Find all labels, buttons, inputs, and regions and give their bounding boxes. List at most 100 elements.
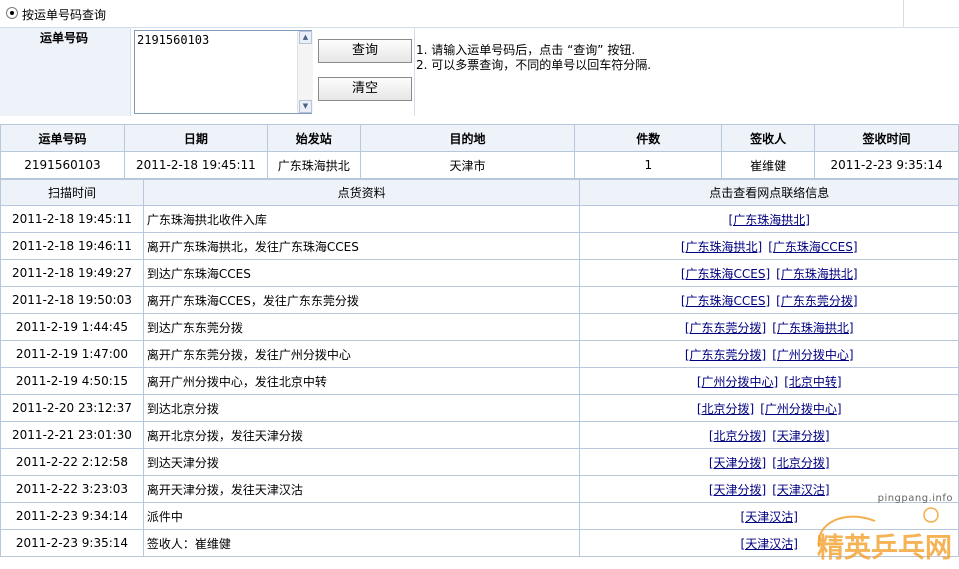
branch-contact-link[interactable]: [天津汉沽] (741, 510, 798, 524)
table-row: 2011-2-22 3:23:03 离开天津分拨，发往天津汉沽 [天津分拨] [天津汉… (0, 475, 959, 503)
tracking-number-radio[interactable] (6, 7, 18, 19)
branch-contact-link[interactable]: [天津分拨] (772, 429, 829, 443)
branch-contact-link[interactable]: [广州分拨中心] (772, 348, 853, 362)
branch-contact-link[interactable]: [北京分拨] (709, 429, 766, 443)
scan-time-cell: 2011-2-23 9:35:14 (0, 529, 144, 557)
status-cell: 到达北京分拨 (142, 394, 581, 422)
table-row: 2011-2-22 2:12:58 到达天津分拨 [天津分拨] [北京分拨] (0, 448, 959, 476)
query-panel: 运单号码 ▲ ▼ 查询 清空 1. 请输入运单号码后，点击 “查询” 按钮. 2… (0, 28, 959, 116)
status-cell: 到达广东东莞分拨 (142, 313, 581, 341)
branch-contact-link[interactable]: [广东东莞分拨] (685, 348, 766, 362)
branch-contact-link[interactable]: [广州分拨中心] (760, 402, 841, 416)
scan-time-cell: 2011-2-18 19:45:11 (0, 205, 144, 233)
branch-contact-link[interactable]: [广东珠海拱北] (772, 321, 853, 335)
table-row: 2011-2-20 23:12:37 到达北京分拨 [北京分拨] [广州分拨中心] (0, 394, 959, 422)
table-row: 2011-2-23 9:34:14 派件中 [天津汉沽] (0, 502, 959, 530)
scan-time-cell: 2011-2-18 19:50:03 (0, 286, 144, 314)
summary-header-cell: 始发站 (266, 124, 361, 152)
status-cell: 离开广东珠海拱北，发往广东珠海CCES (142, 232, 581, 260)
branch-links-cell: [广东东莞分拨] [广州分拨中心] (579, 340, 959, 368)
branch-contact-link[interactable]: [广东珠海CCES] (681, 294, 770, 308)
branch-contact-link[interactable]: [天津汉沽] (772, 483, 829, 497)
branch-contact-link[interactable]: [天津分拨] (709, 456, 766, 470)
status-cell: 离开北京分拨，发往天津分拨 (142, 421, 581, 449)
summary-header-cell: 日期 (123, 124, 268, 152)
table-row: 2011-2-19 4:50:15 离开广州分拨中心，发往北京中转 [广州分拨中心]… (0, 367, 959, 395)
table-row: 2011-2-18 19:45:11 广东珠海拱北收件入库 [广东珠海拱北] (0, 205, 959, 233)
tracking-number-input[interactable] (134, 30, 312, 114)
status-cell: 到达广东珠海CCES (142, 259, 581, 287)
status-cell: 离开广东珠海CCES，发往广东东莞分拨 (142, 286, 581, 314)
summary-cell: 广东珠海拱北 (266, 151, 361, 179)
summary-header-cell: 签收时间 (814, 124, 959, 152)
branch-links-cell: [广东东莞分拨] [广东珠海拱北] (579, 313, 959, 341)
status-cell: 到达天津分拨 (142, 448, 581, 476)
summary-cell: 天津市 (359, 151, 576, 179)
scan-time-cell: 2011-2-20 23:12:37 (0, 394, 144, 422)
table-row: 2011-2-18 19:50:03 离开广东珠海CCES，发往广东东莞分拨 [广东… (0, 286, 959, 314)
shipment-summary-table: 运单号码 日期 始发站 目的地 件数 签收人 签收时间 2191560103 2… (0, 124, 959, 179)
branch-contact-link[interactable]: [广东珠海CCES] (768, 240, 857, 254)
branch-links-cell: [天津汉沽] (579, 529, 959, 557)
branch-contact-link[interactable]: [北京中转] (784, 375, 841, 389)
summary-header-cell: 运单号码 (0, 124, 125, 152)
scan-time-cell: 2011-2-19 1:47:00 (0, 340, 144, 368)
branch-contact-link[interactable]: [天津分拨] (709, 483, 766, 497)
branch-contact-link[interactable]: [北京分拨] (772, 456, 829, 470)
branch-contact-link[interactable]: [广东东莞分拨] (685, 321, 766, 335)
scan-time-cell: 2011-2-19 1:44:45 (0, 313, 144, 341)
scan-time-cell: 2011-2-18 19:46:11 (0, 232, 144, 260)
summary-header-cell: 目的地 (359, 124, 576, 152)
branch-contact-link[interactable]: [广东东莞分拨] (776, 294, 857, 308)
summary-cell: 1 (574, 151, 723, 179)
status-cell: 签收人：崔维健 (142, 529, 581, 557)
branch-links-cell: [天津分拨] [北京分拨] (579, 448, 959, 476)
table-row: 2011-2-19 1:44:45 到达广东东莞分拨 [广东东莞分拨] [广东珠海拱北… (0, 313, 959, 341)
summary-cell: 2011-2-18 19:45:11 (123, 151, 268, 179)
query-button[interactable]: 查询 (318, 39, 412, 63)
branch-contact-link[interactable]: [天津汉沽] (741, 537, 798, 551)
summary-cell: 2011-2-23 9:35:14 (814, 151, 959, 179)
branch-contact-link[interactable]: [广州分拨中心] (697, 375, 778, 389)
summary-header-cell: 件数 (574, 124, 723, 152)
branch-links-cell: [广东珠海CCES] [广东东莞分拨] (579, 286, 959, 314)
status-cell: 离开广州分拨中心，发往北京中转 (142, 367, 581, 395)
branch-contact-link[interactable]: [广东珠海拱北] (681, 240, 762, 254)
summary-cell: 2191560103 (0, 151, 125, 179)
branch-links-cell: [广州分拨中心] [北京中转] (579, 367, 959, 395)
tracking-history-table: 扫描时间 点货资料 点击查看网点联络信息 2011-2-18 19:45:11 广… (0, 179, 959, 557)
input-scrollbar[interactable]: ▲ ▼ (297, 31, 313, 113)
branch-contact-link[interactable]: [北京分拨] (697, 402, 754, 416)
scan-time-cell: 2011-2-19 4:50:15 (0, 367, 144, 395)
status-cell: 离开广东东莞分拨，发往广州分拨中心 (142, 340, 581, 368)
branch-contact-link[interactable]: [广东珠海拱北] (729, 213, 810, 227)
summary-cell: 崔维健 (721, 151, 816, 179)
scan-time-cell: 2011-2-22 2:12:58 (0, 448, 144, 476)
branch-links-cell: [广东珠海拱北] [广东珠海CCES] (579, 232, 959, 260)
scroll-up-arrow-icon[interactable]: ▲ (299, 31, 312, 44)
summary-header-cell: 签收人 (721, 124, 816, 152)
status-cell: 离开天津分拨，发往天津汉沽 (142, 475, 581, 503)
table-row: 2011-2-18 19:49:27 到达广东珠海CCES [广东珠海CCES] [广… (0, 259, 959, 287)
scan-time-cell: 2011-2-21 23:01:30 (0, 421, 144, 449)
search-mode-bar: 按运单号码查询 (0, 0, 959, 28)
branch-links-cell: [北京分拨] [天津分拨] (579, 421, 959, 449)
scan-time-cell: 2011-2-18 19:49:27 (0, 259, 144, 287)
query-hints: 1. 请输入运单号码后，点击 “查询” 按钮. 2. 可以多票查询，不同的单号以… (416, 43, 651, 73)
branch-links-cell: [天津汉沽] (579, 502, 959, 530)
branch-links-cell: [广东珠海拱北] (579, 205, 959, 233)
tracking-header-cell: 点货资料 (142, 179, 581, 206)
tracking-number-label: 运单号码 (40, 31, 89, 45)
scroll-down-arrow-icon[interactable]: ▼ (299, 100, 312, 113)
table-row: 2011-2-18 19:46:11 离开广东珠海拱北，发往广东珠海CCES [广东… (0, 232, 959, 260)
scan-time-cell: 2011-2-23 9:34:14 (0, 502, 144, 530)
branch-contact-link[interactable]: [广东珠海CCES] (681, 267, 770, 281)
summary-row: 2191560103 2011-2-18 19:45:11 广东珠海拱北 天津市… (0, 151, 959, 179)
tracking-header-cell: 扫描时间 (0, 179, 144, 206)
scan-time-cell: 2011-2-22 3:23:03 (0, 475, 144, 503)
hint-line-2: 2. 可以多票查询，不同的单号以回车符分隔. (416, 58, 652, 72)
branch-contact-link[interactable]: [广东珠海拱北] (776, 267, 857, 281)
status-cell: 派件中 (142, 502, 581, 530)
branch-links-cell: [广东珠海CCES] [广东珠海拱北] (579, 259, 959, 287)
clear-button[interactable]: 清空 (318, 77, 412, 101)
